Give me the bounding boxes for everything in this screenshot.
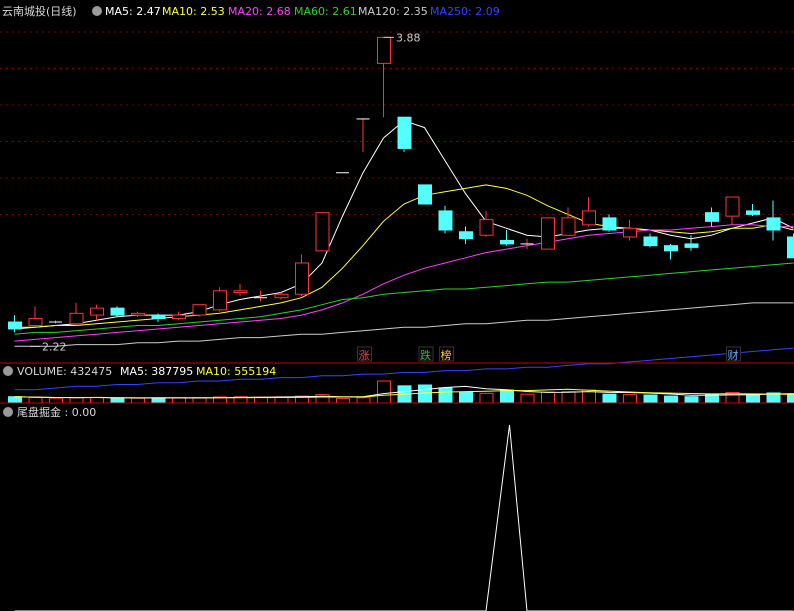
volume-bar <box>110 397 125 404</box>
candle-body <box>787 236 794 259</box>
volume-bar <box>459 391 473 404</box>
legend-ma120: MA120: 2.35 <box>358 5 428 18</box>
indicator-legend: 尾盘掘金 : 0.00 <box>3 405 96 419</box>
candle-body <box>766 217 781 231</box>
candle-body <box>151 314 166 320</box>
volume-bar <box>356 397 371 404</box>
indicator-value: 尾盘掘金 : 0.00 <box>17 405 96 419</box>
low-price-label: 2.22 <box>42 340 67 353</box>
legend-ma250: MA250: 2.09 <box>430 5 500 18</box>
candle-body <box>295 262 309 295</box>
candle <box>315 212 330 252</box>
volume-bar <box>684 396 699 404</box>
candle-body <box>377 36 391 64</box>
candle-body <box>705 212 719 222</box>
volume-legend: VOLUME: 432475 MA5: 387795 MA10: 555194 <box>3 365 276 378</box>
volume-bar <box>172 397 186 404</box>
candle <box>213 287 227 312</box>
high-price-label: 3.88 <box>396 31 421 44</box>
volume-bar <box>69 397 84 404</box>
volume-bar <box>131 397 145 404</box>
event-marker: 财 <box>726 346 741 362</box>
candle <box>787 233 794 259</box>
candle-body <box>500 239 514 245</box>
candle-body <box>192 304 207 316</box>
candle-body <box>602 217 617 231</box>
candle-body <box>643 236 658 247</box>
candle-body <box>561 217 576 236</box>
chevron-down-icon[interactable] <box>3 407 13 417</box>
volume-bar <box>643 394 658 404</box>
candle-body <box>664 245 678 252</box>
volume-bar <box>49 397 63 404</box>
volume-ma10: MA10: 555194 <box>196 365 276 378</box>
legend-ma5: MA5: 2.47 <box>105 5 161 18</box>
candle-body <box>28 318 43 326</box>
candle-body <box>69 312 84 325</box>
event-marker: 涨 <box>357 346 372 362</box>
candle-body <box>315 212 330 252</box>
candle-body <box>725 196 740 217</box>
volume-bar <box>438 387 453 404</box>
stock-title: 云南城投(日线) <box>2 4 77 18</box>
volume-bar <box>377 380 391 404</box>
volume-bar <box>746 393 760 404</box>
candle-body <box>582 210 596 226</box>
candle <box>418 184 432 205</box>
candle-body <box>131 312 145 316</box>
volume-value: VOLUME: 432475 <box>17 365 112 378</box>
candle-body <box>459 231 473 240</box>
candle-body <box>684 243 699 248</box>
candle-body <box>8 321 22 330</box>
legend-ma60: MA60: 2.61 <box>294 5 357 18</box>
chevron-down-icon[interactable] <box>92 6 102 16</box>
candle-body <box>110 307 125 316</box>
volume-bar <box>8 396 22 404</box>
volume-bar <box>28 397 43 404</box>
candle-body <box>479 219 494 236</box>
volume-ma5: MA5: 387795 <box>120 365 193 378</box>
event-marker-label: 财 <box>728 348 739 362</box>
candle-body <box>233 290 248 294</box>
volume-bar <box>90 396 104 404</box>
candle-body <box>746 210 760 215</box>
candle-body <box>623 227 637 238</box>
volume-bar <box>787 393 794 404</box>
event-marker-label: 榜 <box>441 348 452 362</box>
volume-bar <box>602 393 617 404</box>
chart-background <box>0 0 794 611</box>
volume-bar <box>418 384 432 404</box>
chevron-down-icon[interactable] <box>3 366 13 376</box>
chart-canvas: 3.88 2.22 涨 跌榜 财 云南城投(日线) MA5: 2.47 MA10: … <box>0 0 794 611</box>
candle <box>541 217 555 250</box>
candle-body <box>90 307 104 316</box>
event-marker: 跌 <box>418 346 434 362</box>
candle <box>397 116 412 152</box>
candle-body <box>418 184 432 205</box>
volume-bar <box>561 391 576 404</box>
candle <box>192 304 207 317</box>
candle-body <box>397 116 412 149</box>
volume-bar <box>500 389 514 404</box>
legend-ma10: MA10: 2.53 <box>162 5 225 18</box>
volume-bar <box>623 394 637 404</box>
volume-bar <box>151 397 166 404</box>
candle-body <box>438 210 453 231</box>
event-marker: 榜 <box>439 346 454 362</box>
volume-bar <box>336 398 350 404</box>
legend-ma20: MA20: 2.68 <box>228 5 291 18</box>
candle-body <box>213 290 227 311</box>
candle-body <box>172 314 186 320</box>
event-marker-label: 跌 <box>420 348 431 362</box>
volume-bar <box>541 391 555 404</box>
candle <box>110 306 125 317</box>
candle-body <box>274 293 289 299</box>
event-marker-label: 涨 <box>359 349 370 362</box>
volume-bar <box>664 395 678 404</box>
volume-bar <box>479 392 494 404</box>
volume-bar <box>520 393 535 404</box>
candle-body <box>541 217 555 250</box>
